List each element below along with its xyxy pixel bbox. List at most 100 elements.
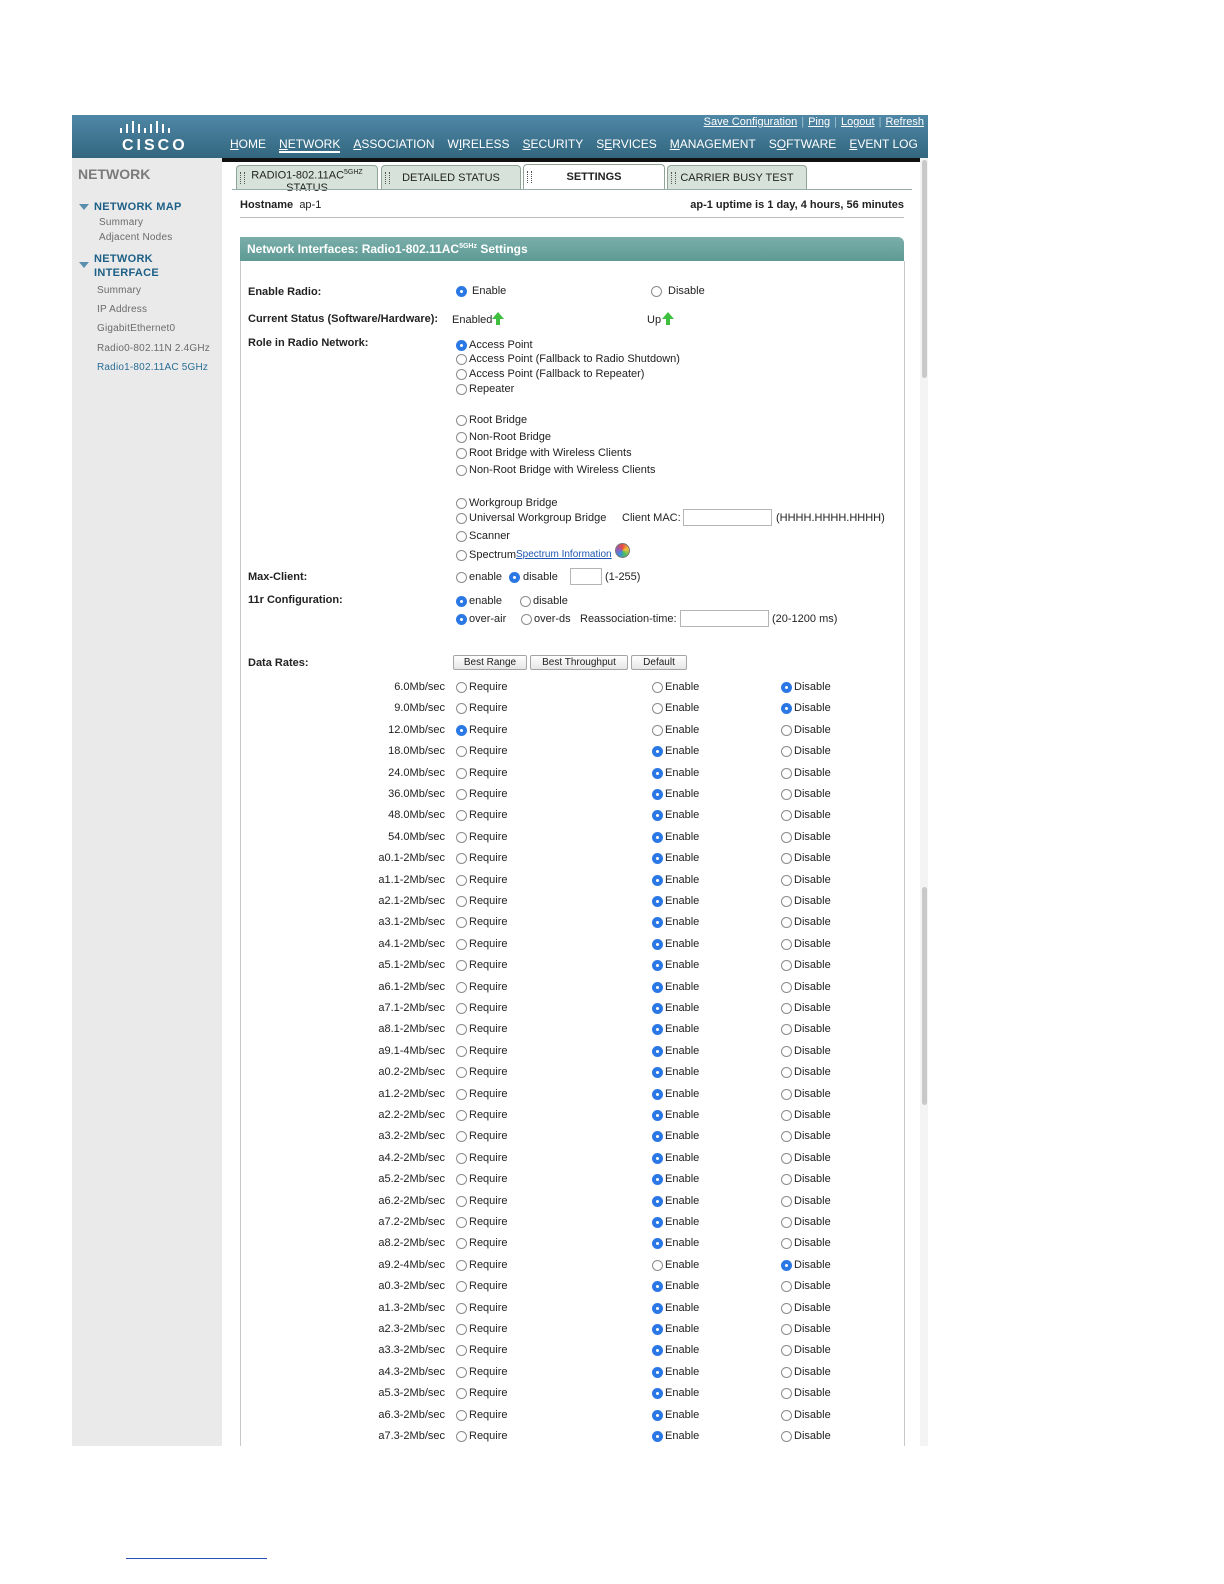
- 11r-over-ds-option[interactable]: [521, 614, 532, 625]
- data-rate-enable-radio[interactable]: [652, 875, 663, 886]
- data-rate-require-radio[interactable]: [456, 768, 467, 779]
- data-rate-require-radio[interactable]: [456, 939, 467, 950]
- nav-item-1[interactable]: NETWORK: [279, 137, 341, 153]
- data-rate-require-radio[interactable]: [456, 1174, 467, 1185]
- data-rate-disable-radio[interactable]: [781, 832, 792, 843]
- data-rate-require-radio[interactable]: [456, 1003, 467, 1014]
- data-rate-disable-radio[interactable]: [781, 1431, 792, 1442]
- data-rate-enable-radio[interactable]: [652, 982, 663, 993]
- data-rate-enable-radio[interactable]: [652, 1067, 663, 1078]
- save-configuration-link[interactable]: Save Configuration: [704, 116, 798, 128]
- data-rate-disable-radio[interactable]: [781, 1196, 792, 1207]
- role-option-radio[interactable]: [456, 448, 467, 459]
- data-rate-require-radio[interactable]: [456, 1196, 467, 1207]
- role-option-radio[interactable]: [456, 340, 467, 351]
- default-button[interactable]: Default: [631, 655, 687, 670]
- triangle-down-icon[interactable]: [79, 204, 89, 210]
- data-rate-require-radio[interactable]: [456, 875, 467, 886]
- tab-carrier-busy-test[interactable]: CARRIER BUSY TEST: [667, 165, 807, 189]
- data-rate-disable-radio[interactable]: [781, 1067, 792, 1078]
- data-rate-disable-radio[interactable]: [781, 982, 792, 993]
- role-option-radio[interactable]: [456, 369, 467, 380]
- data-rate-enable-radio[interactable]: [652, 789, 663, 800]
- sidebar-item-radio1[interactable]: Radio1-802.11AC 5GHz: [97, 362, 208, 373]
- 11r-enable-option[interactable]: [456, 596, 467, 607]
- data-rate-enable-radio[interactable]: [652, 1238, 663, 1249]
- data-rate-disable-radio[interactable]: [781, 1260, 792, 1271]
- data-rate-require-radio[interactable]: [456, 746, 467, 757]
- data-rate-enable-radio[interactable]: [652, 746, 663, 757]
- data-rate-require-radio[interactable]: [456, 1281, 467, 1292]
- data-rate-enable-radio[interactable]: [652, 810, 663, 821]
- data-rate-require-radio[interactable]: [456, 1431, 467, 1442]
- data-rate-require-radio[interactable]: [456, 960, 467, 971]
- refresh-link[interactable]: Refresh: [885, 116, 924, 128]
- data-rate-disable-radio[interactable]: [781, 1303, 792, 1314]
- role-option-radio[interactable]: [456, 513, 467, 524]
- data-rate-disable-radio[interactable]: [781, 939, 792, 950]
- data-rate-require-radio[interactable]: [456, 789, 467, 800]
- data-rate-disable-radio[interactable]: [781, 810, 792, 821]
- 11r-disable-option[interactable]: [520, 596, 531, 607]
- role-option-radio[interactable]: [456, 498, 467, 509]
- data-rate-enable-radio[interactable]: [652, 1303, 663, 1314]
- data-rate-disable-radio[interactable]: [781, 746, 792, 757]
- nav-item-4[interactable]: SECURITY: [523, 137, 584, 151]
- role-option-radio[interactable]: [456, 384, 467, 395]
- data-rate-disable-radio[interactable]: [781, 1238, 792, 1249]
- data-rate-require-radio[interactable]: [456, 1110, 467, 1121]
- data-rate-require-radio[interactable]: [456, 1089, 467, 1100]
- data-rate-enable-radio[interactable]: [652, 1196, 663, 1207]
- data-rate-disable-radio[interactable]: [781, 896, 792, 907]
- data-rate-enable-radio[interactable]: [652, 1046, 663, 1057]
- data-rate-disable-radio[interactable]: [781, 725, 792, 736]
- data-rate-require-radio[interactable]: [456, 1388, 467, 1399]
- data-rate-require-radio[interactable]: [456, 810, 467, 821]
- data-rate-enable-radio[interactable]: [652, 703, 663, 714]
- data-rate-enable-radio[interactable]: [652, 1003, 663, 1014]
- data-rate-require-radio[interactable]: [456, 1238, 467, 1249]
- data-rate-enable-radio[interactable]: [652, 1367, 663, 1378]
- nav-item-7[interactable]: SOFTWARE: [769, 137, 837, 151]
- data-rate-require-radio[interactable]: [456, 982, 467, 993]
- client-mac-input[interactable]: [683, 509, 772, 526]
- enable-radio-enable-option[interactable]: [456, 286, 467, 297]
- data-rate-disable-radio[interactable]: [781, 1174, 792, 1185]
- data-rate-enable-radio[interactable]: [652, 1174, 663, 1185]
- data-rate-require-radio[interactable]: [456, 1131, 467, 1142]
- sidebar-item-summary[interactable]: Summary: [99, 217, 143, 228]
- data-rate-disable-radio[interactable]: [781, 1024, 792, 1035]
- data-rate-disable-radio[interactable]: [781, 1345, 792, 1356]
- data-rate-disable-radio[interactable]: [781, 703, 792, 714]
- ping-link[interactable]: Ping: [808, 116, 830, 128]
- data-rate-enable-radio[interactable]: [652, 1388, 663, 1399]
- max-client-enable-option[interactable]: [456, 572, 467, 583]
- data-rate-require-radio[interactable]: [456, 853, 467, 864]
- data-rate-enable-radio[interactable]: [652, 682, 663, 693]
- data-rate-disable-radio[interactable]: [781, 1003, 792, 1014]
- nav-item-3[interactable]: WIRELESS: [448, 137, 510, 151]
- data-rate-require-radio[interactable]: [456, 896, 467, 907]
- data-rate-require-radio[interactable]: [456, 1345, 467, 1356]
- nav-item-2[interactable]: ASSOCIATION: [353, 137, 434, 151]
- data-rate-require-radio[interactable]: [456, 1324, 467, 1335]
- data-rate-disable-radio[interactable]: [781, 960, 792, 971]
- sidebar-item-adjacent-nodes[interactable]: Adjacent Nodes: [99, 232, 172, 243]
- data-rate-enable-radio[interactable]: [652, 1153, 663, 1164]
- scrollbar-thumb[interactable]: [922, 160, 927, 378]
- data-rate-disable-radio[interactable]: [781, 768, 792, 779]
- data-rate-enable-radio[interactable]: [652, 1281, 663, 1292]
- role-option-radio[interactable]: [456, 354, 467, 365]
- data-rate-require-radio[interactable]: [456, 1260, 467, 1271]
- data-rate-disable-radio[interactable]: [781, 1410, 792, 1421]
- role-option-radio[interactable]: [456, 531, 467, 542]
- data-rate-disable-radio[interactable]: [781, 1046, 792, 1057]
- data-rate-enable-radio[interactable]: [652, 896, 663, 907]
- data-rate-require-radio[interactable]: [456, 832, 467, 843]
- data-rate-enable-radio[interactable]: [652, 1024, 663, 1035]
- data-rate-disable-radio[interactable]: [781, 789, 792, 800]
- data-rate-enable-radio[interactable]: [652, 1089, 663, 1100]
- triangle-down-icon[interactable]: [79, 262, 89, 268]
- data-rate-disable-radio[interactable]: [781, 1217, 792, 1228]
- data-rate-disable-radio[interactable]: [781, 875, 792, 886]
